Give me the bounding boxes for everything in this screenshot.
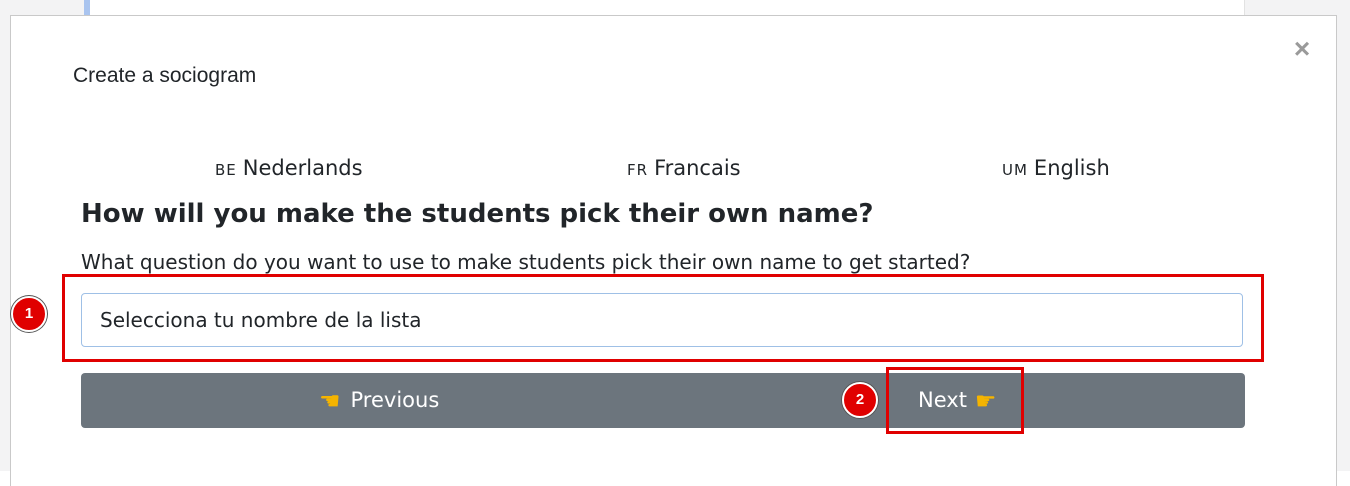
wizard-navigation-bar: ☚ Previous Next ☛ <box>81 373 1245 428</box>
previous-button-label: Previous <box>350 388 440 412</box>
language-label: Francais <box>654 156 741 180</box>
language-option-nederlands[interactable]: BE Nederlands <box>215 156 363 180</box>
flag-code-um: UM <box>1002 161 1028 179</box>
previous-button[interactable]: ☚ Previous <box>319 373 439 428</box>
language-selector: BE Nederlands FR Francais UM English <box>81 156 1245 186</box>
flag-code-fr: FR <box>627 161 649 179</box>
background-page-panel <box>84 0 1245 16</box>
language-option-english[interactable]: UM English <box>1002 156 1110 180</box>
question-heading: How will you make the students pick thei… <box>81 199 874 229</box>
flag-code-be: BE <box>215 161 237 179</box>
language-option-francais[interactable]: FR Francais <box>627 156 741 180</box>
close-icon[interactable]: × <box>1289 34 1315 64</box>
annotation-badge-1: 1 <box>11 296 47 332</box>
language-label: English <box>1033 156 1110 180</box>
language-label: Nederlands <box>242 156 363 180</box>
question-subheading: What question do you want to use to make… <box>81 250 971 274</box>
annotation-badge-2: 2 <box>842 382 878 418</box>
annotation-highlight-input <box>62 274 1264 362</box>
pointing-left-hand-icon: ☚ <box>319 386 341 415</box>
annotation-highlight-next <box>886 367 1024 434</box>
modal-title: Create a sociogram <box>73 64 257 87</box>
